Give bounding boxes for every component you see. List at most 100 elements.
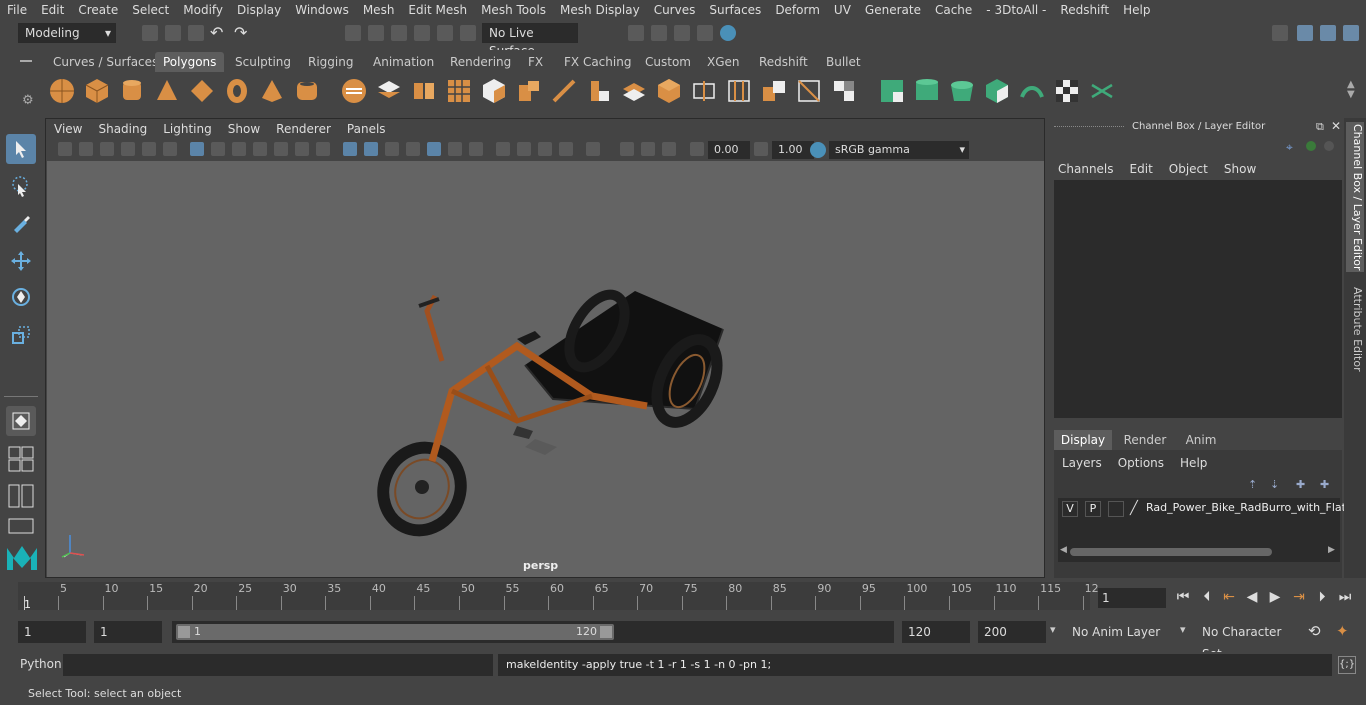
side-tab-channel-box[interactable]: Channel Box / Layer Editor <box>1346 122 1364 272</box>
hypershade-icon[interactable] <box>697 25 713 41</box>
poly-pyramid-icon[interactable] <box>258 77 286 105</box>
layout-outliner-button[interactable] <box>8 484 34 508</box>
close-panel-icon[interactable]: ✕ <box>1331 119 1341 133</box>
motion-blur-icon[interactable] <box>662 142 676 156</box>
chevron-down-icon[interactable]: ▾ <box>1180 623 1186 636</box>
layer-row[interactable]: V P ╱ Rad_Power_Bike_RadBurro_with_Flat <box>1060 500 1346 518</box>
tab-sculpting[interactable]: Sculpting <box>227 52 299 72</box>
gamma-icon[interactable] <box>754 142 768 156</box>
move-layer-up-icon[interactable]: ⇡ <box>1248 478 1257 491</box>
manipulator-toggle-icon[interactable] <box>1324 141 1334 151</box>
planar-uv-icon[interactable] <box>878 77 906 105</box>
menu-redshift[interactable]: Redshift <box>1053 0 1116 20</box>
menu-deform[interactable]: Deform <box>768 0 827 20</box>
channel-menu-object[interactable]: Object <box>1161 162 1216 176</box>
xray-joints-icon[interactable] <box>517 142 531 156</box>
viewport-menu-panels[interactable]: Panels <box>339 122 394 136</box>
safe-title-icon[interactable] <box>316 142 330 156</box>
exposure-icon[interactable] <box>690 142 704 156</box>
select-camera-icon[interactable] <box>586 142 600 156</box>
menu-edit-mesh[interactable]: Edit Mesh <box>401 0 474 20</box>
append-polygon-icon[interactable] <box>655 77 683 105</box>
field-chart-icon[interactable] <box>274 142 288 156</box>
2d-pan-icon[interactable] <box>142 142 156 156</box>
camera-attr-icon[interactable] <box>79 142 93 156</box>
color-management-icon[interactable] <box>810 142 826 158</box>
end-time-field[interactable]: 200 <box>978 621 1046 643</box>
target-weld-icon[interactable] <box>795 77 823 105</box>
time-ruler[interactable]: 1 5 10 15 20 25 30 35 40 45 50 55 60 65 70 75 80 85 90 95 1… <box>18 582 1099 611</box>
wireframe-icon[interactable] <box>343 142 357 156</box>
layer-visibility-toggle[interactable]: V <box>1062 501 1078 517</box>
channel-box-toggle-icon[interactable] <box>1297 25 1313 41</box>
layer-tab-render[interactable]: Render <box>1116 430 1174 450</box>
channel-menu-edit[interactable]: Edit <box>1122 162 1161 176</box>
command-input[interactable] <box>63 654 493 676</box>
shadows-icon[interactable] <box>448 142 462 156</box>
redo-icon[interactable]: ↷ <box>234 23 247 42</box>
extrude-icon[interactable] <box>480 77 508 105</box>
menu-mesh-tools[interactable]: Mesh Tools <box>474 0 553 20</box>
fill-hole-icon[interactable] <box>620 77 648 105</box>
menu-edit[interactable]: Edit <box>34 0 71 20</box>
menu-modify[interactable]: Modify <box>176 0 230 20</box>
menu-mesh[interactable]: Mesh <box>356 0 402 20</box>
channel-menu-channels[interactable]: Channels <box>1050 162 1122 176</box>
safe-action-icon[interactable] <box>295 142 309 156</box>
isolate-select-icon[interactable] <box>559 142 573 156</box>
play-forward-icon[interactable]: ▶ <box>1266 588 1284 606</box>
step-forward-icon[interactable]: ⏵ <box>1313 588 1331 606</box>
new-scene-icon[interactable] <box>142 25 158 41</box>
layer-menu-layers[interactable]: Layers <box>1054 456 1110 470</box>
move-tool-button[interactable] <box>6 246 36 276</box>
layer-menu-options[interactable]: Options <box>1110 456 1172 470</box>
spherical-uv-icon[interactable] <box>948 77 976 105</box>
layer-scrollbar-thumb[interactable] <box>1070 548 1272 556</box>
snap-curve-icon[interactable] <box>368 25 384 41</box>
channel-list-area[interactable] <box>1054 180 1342 418</box>
insert-edge-loop-icon[interactable] <box>690 77 718 105</box>
tab-custom[interactable]: Custom <box>637 52 699 72</box>
step-forward-key-icon[interactable]: ⇥ <box>1290 588 1308 606</box>
live-surface-field[interactable]: No Live Surface <box>482 23 578 58</box>
menu-display[interactable]: Display <box>230 0 288 20</box>
layout-timeline-button[interactable] <box>8 518 34 534</box>
menu-cache[interactable]: Cache <box>928 0 979 20</box>
menu-select[interactable]: Select <box>125 0 176 20</box>
tab-redshift[interactable]: Redshift <box>751 52 816 72</box>
snap-grid-icon[interactable] <box>345 25 361 41</box>
bevel-icon[interactable] <box>515 77 543 105</box>
channel-menu-show[interactable]: Show <box>1216 162 1264 176</box>
workspace-icon[interactable] <box>1272 25 1288 41</box>
bridge-icon[interactable] <box>585 77 613 105</box>
go-to-start-icon[interactable]: ⏮ <box>1174 588 1192 606</box>
snap-view-icon[interactable] <box>437 25 453 41</box>
range-slider[interactable]: 1 120 <box>172 621 894 643</box>
render-view-icon[interactable] <box>720 25 736 41</box>
menu-windows[interactable]: Windows <box>288 0 356 20</box>
mode-selector[interactable]: Modeling ▾ <box>18 23 116 43</box>
viewport-menu-renderer[interactable]: Renderer <box>268 122 339 136</box>
uv-snapshot-icon[interactable] <box>1088 77 1116 105</box>
layout-single-button[interactable] <box>6 406 36 436</box>
step-back-key-icon[interactable]: ⇤ <box>1220 588 1238 606</box>
menu-mesh-display[interactable]: Mesh Display <box>553 0 647 20</box>
snap-projected-icon[interactable] <box>414 25 430 41</box>
axis-toggle-icon[interactable]: ⌖ <box>1286 140 1293 155</box>
poly-plane-icon[interactable] <box>188 77 216 105</box>
exposure-field[interactable]: 0.00 <box>708 141 750 159</box>
tool-settings-toggle-icon[interactable] <box>1343 25 1359 41</box>
shelf-menu-icon[interactable] <box>20 60 32 62</box>
viewport-menu-view[interactable]: View <box>46 122 90 136</box>
smooth-shade-icon[interactable] <box>364 142 378 156</box>
render-settings-icon[interactable] <box>628 25 644 41</box>
offset-edge-loop-icon[interactable] <box>725 77 753 105</box>
menu-uv[interactable]: UV <box>827 0 858 20</box>
wireframe-on-shaded-icon[interactable] <box>385 142 399 156</box>
shelf-scroll-icon[interactable]: ▲ ▼ <box>1347 80 1355 100</box>
menu-generate[interactable]: Generate <box>858 0 928 20</box>
scroll-left-icon[interactable]: ◀ <box>1060 545 1067 555</box>
combine-icon[interactable] <box>340 77 368 105</box>
smooth-icon[interactable] <box>445 77 473 105</box>
poly-cube-icon[interactable] <box>83 77 111 105</box>
